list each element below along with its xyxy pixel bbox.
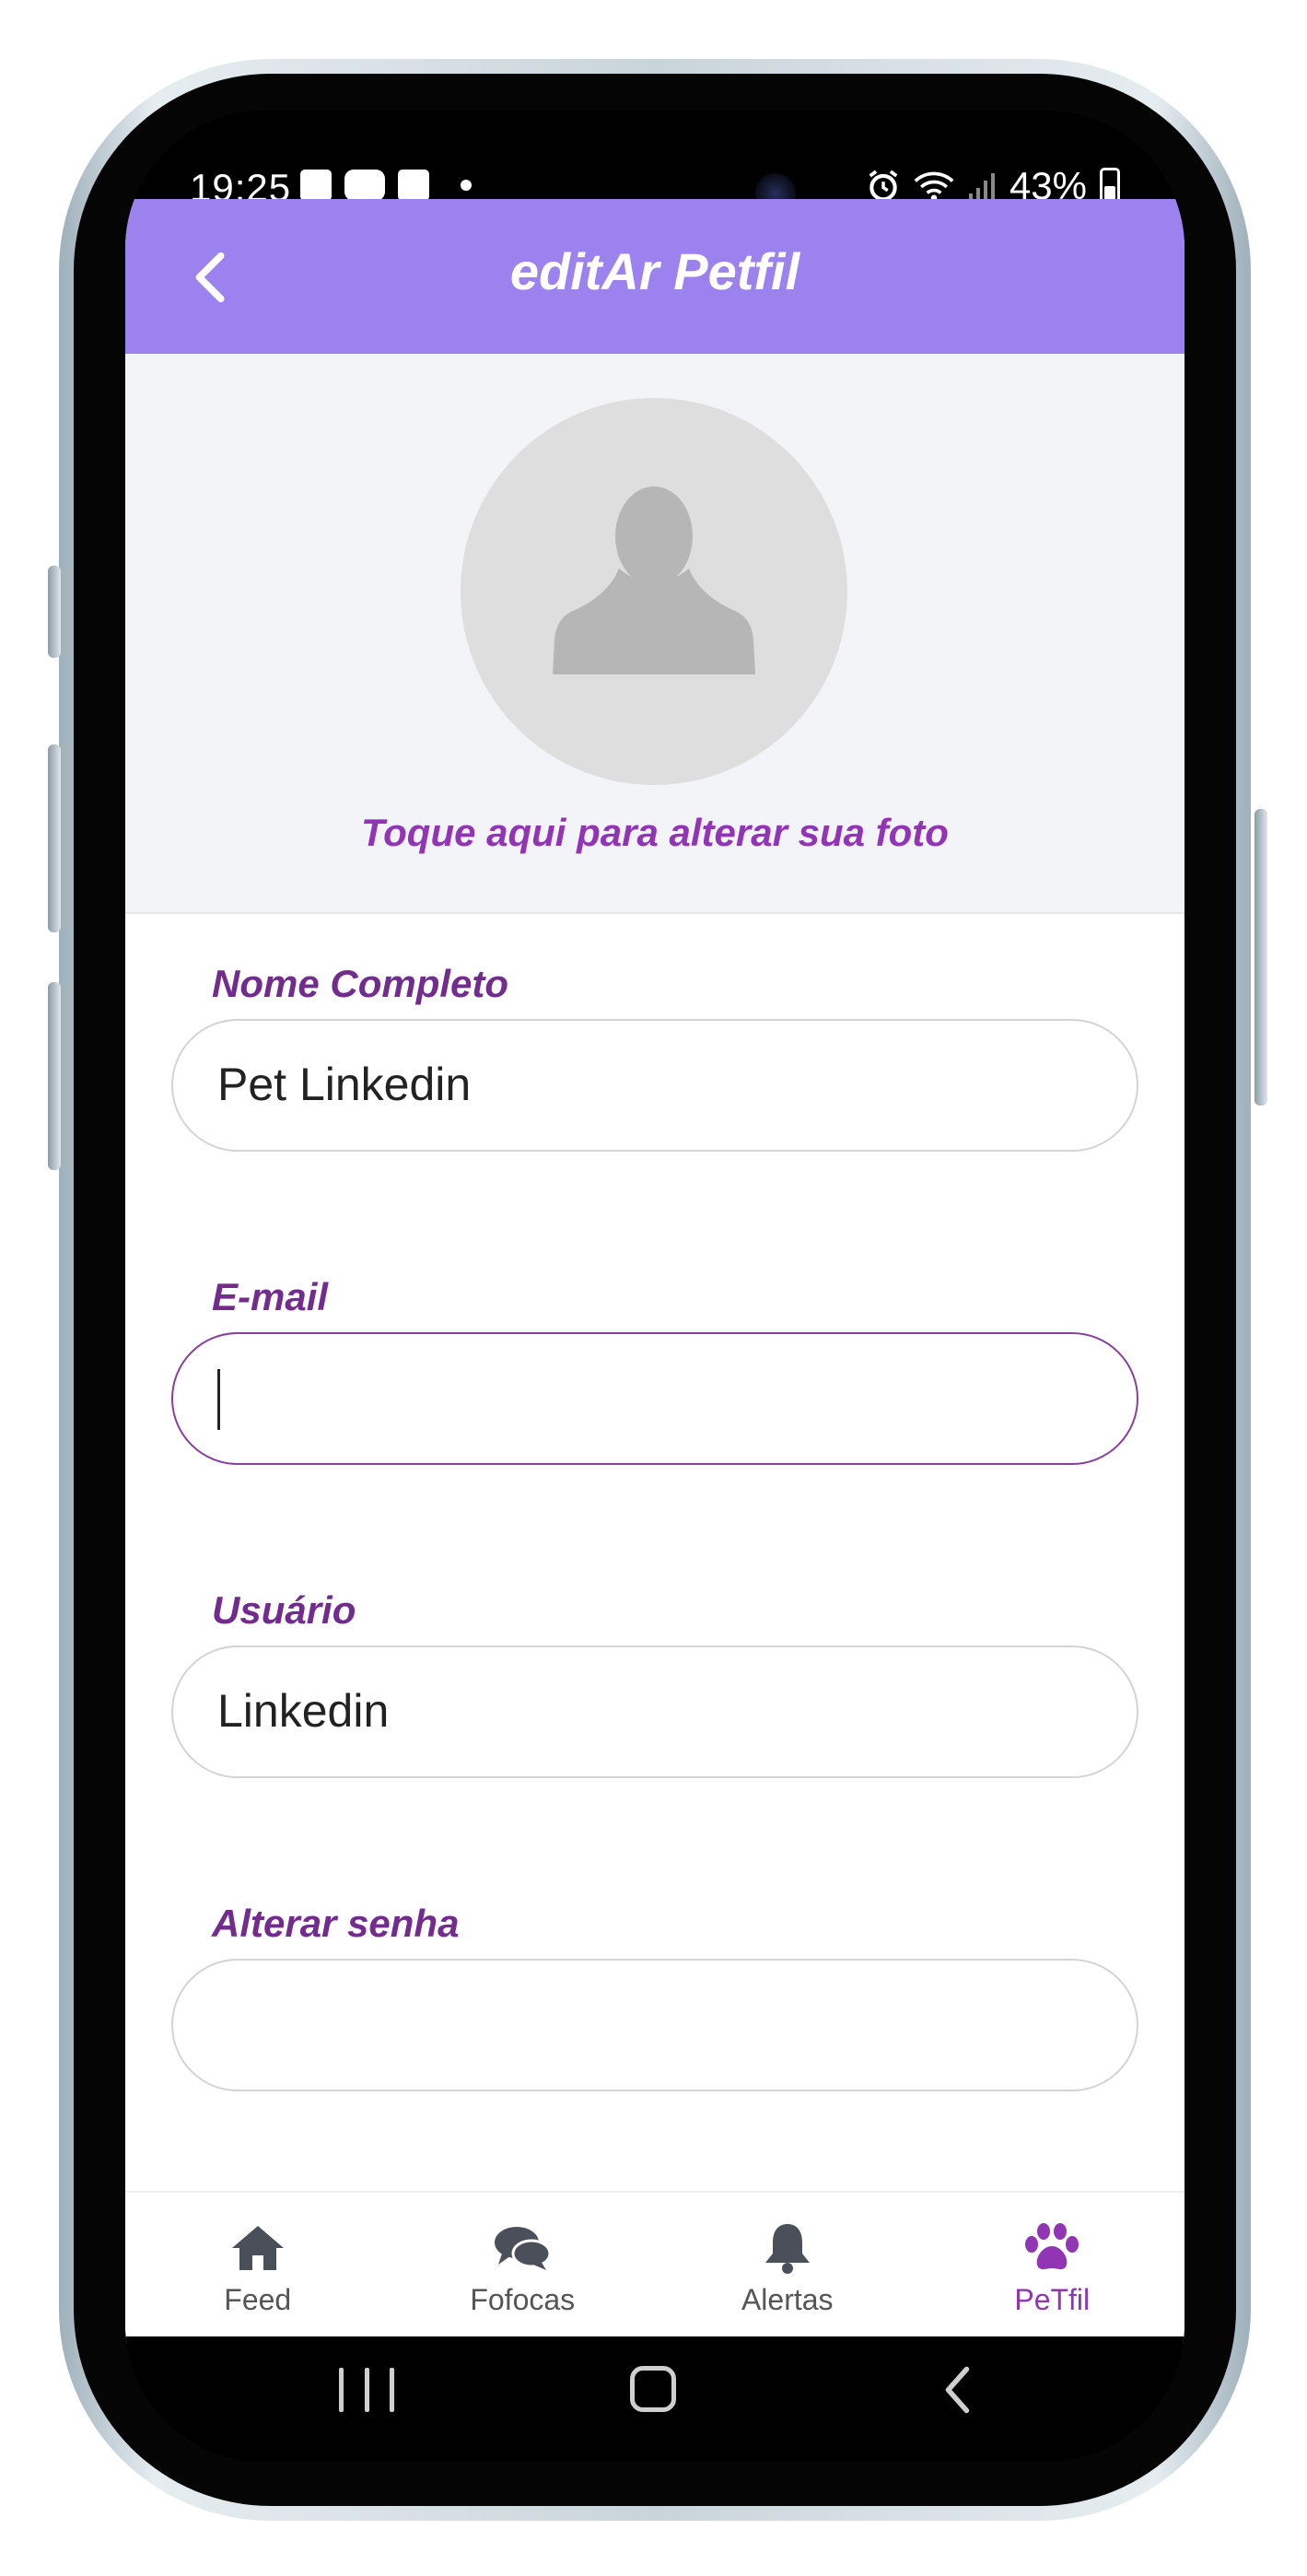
- name-label: Nome Completo: [212, 962, 509, 1005]
- action-button: [48, 566, 61, 658]
- tab-feed-label: Feed: [224, 2283, 292, 2316]
- name-field[interactable]: Pet Linkedin: [171, 1019, 1138, 1152]
- gallery-icon: [300, 170, 332, 201]
- recents-button[interactable]: [339, 2368, 394, 2414]
- avatar[interactable]: [461, 398, 847, 785]
- username-value: Linkedin: [217, 1685, 390, 1737]
- email-label: E-mail: [212, 1275, 329, 1318]
- tab-alertas[interactable]: Alertas: [655, 2193, 920, 2344]
- page-title: editAr Petfil: [509, 242, 800, 300]
- checkbox-icon: [398, 170, 429, 201]
- app-header: editAr Petfil: [125, 199, 1184, 354]
- screen: 19:25 43% editAr Petfil Toque aqui para …: [125, 111, 1184, 2462]
- tab-fofocas-label: Fofocas: [470, 2283, 576, 2316]
- signal-icon: [968, 173, 995, 203]
- name-value: Pet Linkedin: [217, 1059, 472, 1110]
- power-button: [1254, 809, 1267, 1106]
- youtube-icon: [344, 170, 385, 201]
- home-icon: [231, 2226, 284, 2270]
- chat-bubbles-icon: [495, 2227, 552, 2270]
- more-notifications-icon: [461, 180, 472, 191]
- text-cursor: [217, 1369, 220, 1430]
- bottom-tab-bar: Feed Fofocas Alertas PeTfil: [125, 2191, 1184, 2344]
- email-field[interactable]: [171, 1332, 1138, 1465]
- tab-petfil-label: PeTfil: [1014, 2283, 1091, 2316]
- back-button[interactable]: [932, 2362, 987, 2418]
- paw-icon: [1025, 2223, 1079, 2269]
- tab-petfil[interactable]: PeTfil: [920, 2193, 1185, 2344]
- password-label: Alterar senha: [212, 1902, 460, 1945]
- bell-icon: [764, 2224, 810, 2274]
- person-silhouette-icon: [553, 486, 755, 674]
- home-button[interactable]: [630, 2366, 676, 2412]
- change-photo-link[interactable]: Toque aqui para alterar sua foto: [125, 811, 1184, 855]
- tab-fofocas[interactable]: Fofocas: [391, 2193, 656, 2344]
- tab-alertas-label: Alertas: [741, 2283, 834, 2316]
- volume-down-button: [48, 982, 61, 1170]
- username-label: Usuário: [212, 1588, 356, 1632]
- notification-icons: [300, 170, 472, 201]
- photo-section[interactable]: Toque aqui para alterar sua foto: [125, 354, 1184, 914]
- app-screen: editAr Petfil Toque aqui para alterar su…: [125, 199, 1184, 2344]
- username-field[interactable]: Linkedin: [171, 1645, 1138, 1778]
- volume-up-button: [48, 744, 61, 932]
- system-navigation-bar: [125, 2336, 1184, 2462]
- password-field[interactable]: [171, 1959, 1138, 2091]
- tab-feed[interactable]: Feed: [125, 2193, 391, 2344]
